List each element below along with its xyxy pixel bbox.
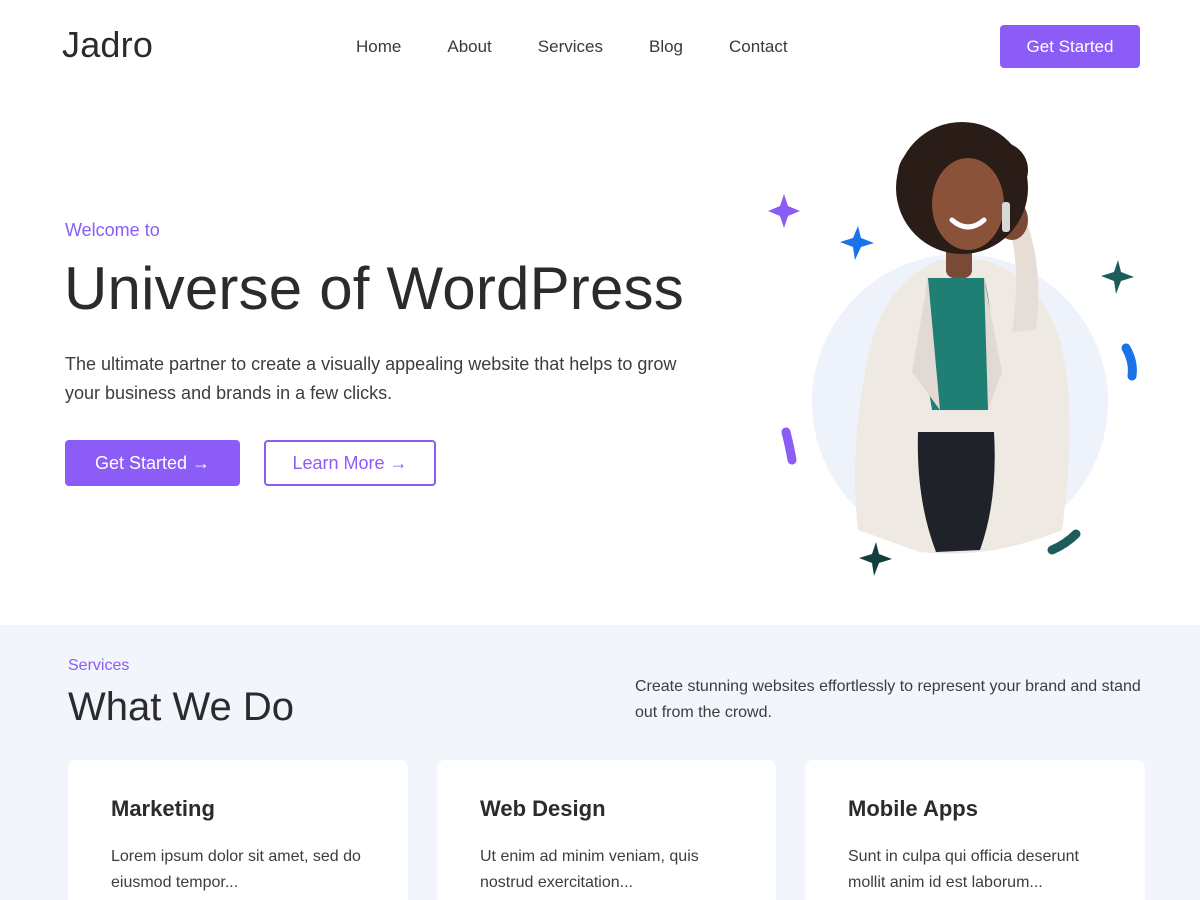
hero-get-started-button[interactable]: Get Started → — [65, 440, 240, 486]
service-card-mobile-apps[interactable]: Mobile Apps Sunt in culpa qui officia de… — [805, 760, 1145, 900]
service-card-web-design[interactable]: Web Design Ut enim ad minim veniam, quis… — [437, 760, 776, 900]
services-section: Services What We Do Create stunning webs… — [0, 625, 1200, 900]
service-card-text: Sunt in culpa qui officia deserunt molli… — [848, 848, 1079, 891]
nav-item-contact[interactable]: Contact — [729, 36, 788, 58]
woman-photo — [855, 122, 1070, 554]
hero-learn-more-button[interactable]: Learn More → — [264, 440, 436, 486]
nav-item-about[interactable]: About — [447, 36, 491, 58]
main-nav: Home About Services Blog Contact — [356, 36, 788, 58]
nav-item-home[interactable]: Home — [356, 36, 401, 58]
hero-title: Universe of WordPress — [64, 255, 684, 322]
service-card-marketing[interactable]: Marketing Lorem ipsum dolor sit amet, se… — [68, 760, 408, 900]
nav-item-services[interactable]: Services — [538, 36, 603, 58]
teal-dash-shape — [1047, 529, 1081, 555]
service-card-title: Marketing — [111, 796, 215, 821]
page: Jadro Home About Services Blog Contact G… — [0, 0, 1200, 900]
purple-star-icon — [768, 194, 800, 228]
hero-eyebrow: Welcome to — [65, 220, 160, 240]
hero-image — [768, 122, 1137, 576]
purple-dash-shape — [781, 427, 797, 465]
site-logo[interactable]: Jadro — [62, 24, 153, 66]
dark-star-icon — [859, 542, 892, 576]
teal-star-icon — [1101, 260, 1134, 294]
hero-illustration — [740, 110, 1180, 590]
nav-item-blog[interactable]: Blog — [649, 36, 683, 58]
service-card-title: Web Design — [480, 796, 606, 821]
services-title: What We Do — [68, 685, 294, 729]
service-card-text: Ut enim ad minim veniam, quis nostrud ex… — [480, 848, 699, 891]
services-eyebrow: Services — [68, 657, 130, 674]
blue-star-icon — [840, 226, 874, 260]
hero-description: The ultimate partner to create a visuall… — [65, 354, 677, 403]
service-card-title: Mobile Apps — [848, 796, 978, 821]
blue-dash-shape — [1121, 343, 1137, 381]
site-header: Jadro Home About Services Blog Contact G… — [0, 0, 1200, 92]
services-description: Create stunning websites effortlessly to… — [635, 678, 1141, 721]
service-card-text: Lorem ipsum dolor sit amet, sed do eiusm… — [111, 848, 361, 891]
header-get-started-button[interactable]: Get Started — [1000, 25, 1140, 68]
